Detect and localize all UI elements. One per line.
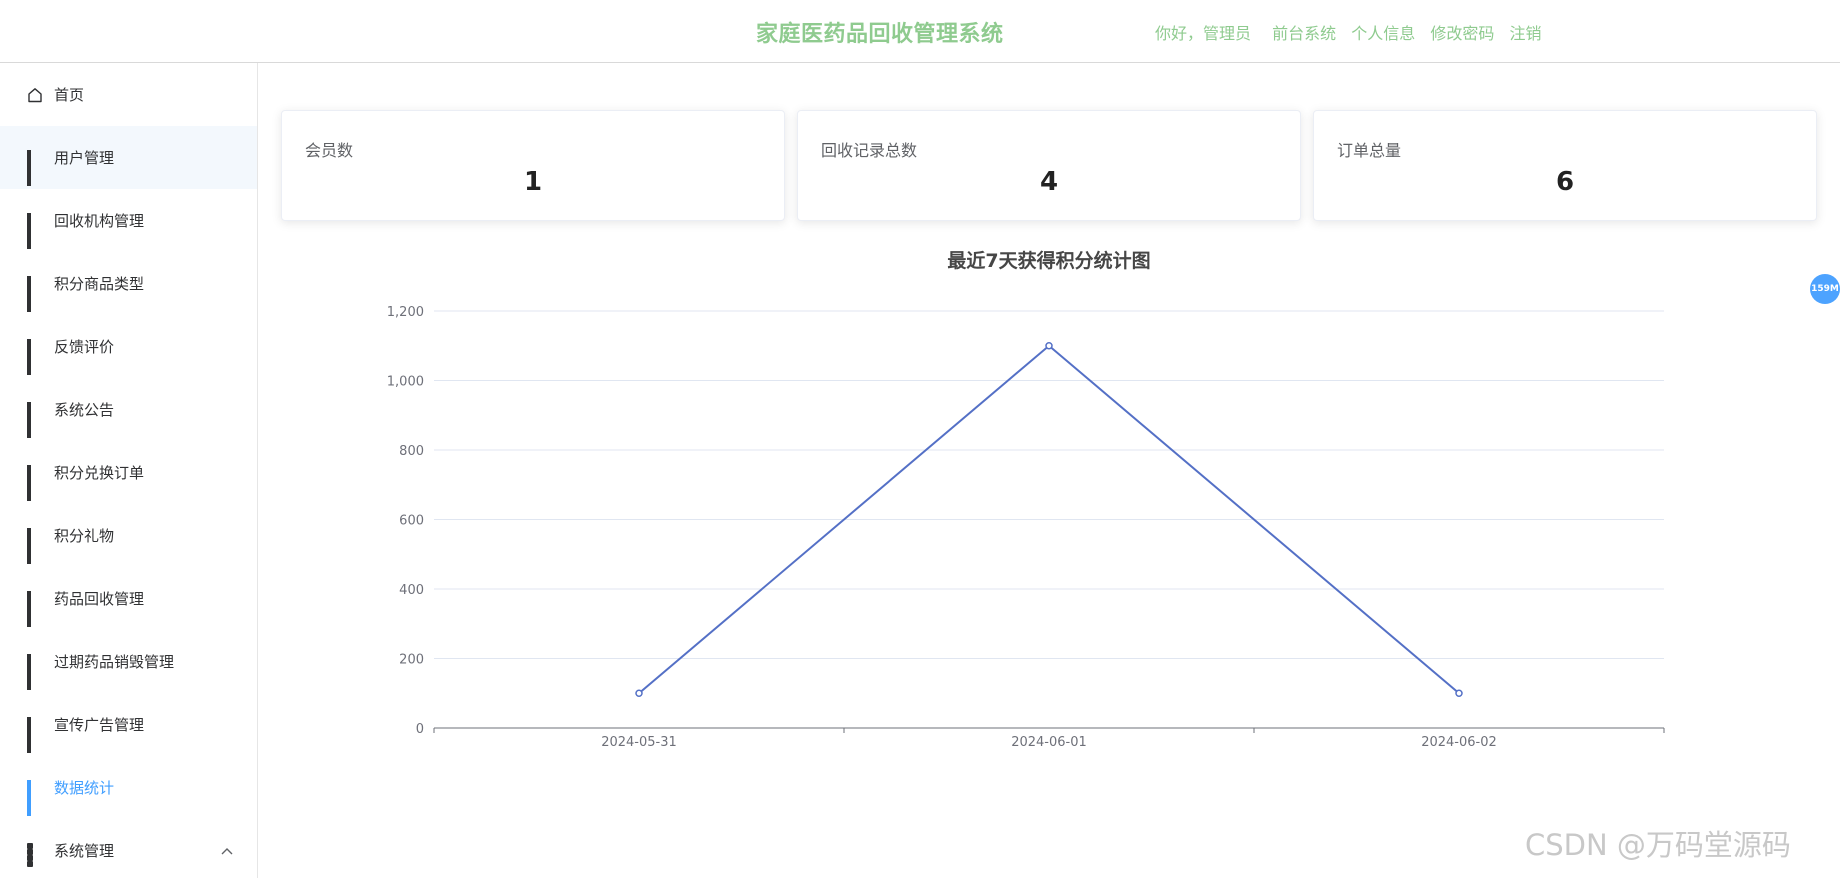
sidebar-item-label: 用户管理 [54,149,115,167]
chart-svg: 0 200 400 600 800 1,000 1,200 2024-05-31 2024-06… [387,305,1665,750]
sidebar-item-label: 系统公告 [54,401,115,419]
apps-icon [27,842,43,867]
sidebar-item-label: 反馈评价 [54,338,115,356]
sidebar-item-label: 首页 [54,86,85,104]
stat-card-recycle-records: 回收记录总数 4 [797,110,1301,221]
stat-value: 4 [1039,167,1059,197]
y-tick-label: 1,000 [387,375,424,390]
y-tick-label: 1,200 [387,305,424,320]
logout-link[interactable]: 注销 [1509,24,1541,43]
data-point [1455,689,1463,697]
stat-label: 订单总量 [1337,141,1402,160]
grid-icon [27,653,43,690]
grid-icon [27,590,43,627]
sidebar-item-exchange-orders[interactable]: 积分兑换订单 [0,441,257,504]
stat-card-members: 会员数 1 [281,110,785,221]
y-tick-label: 400 [399,583,424,598]
sidebar-item-label: 积分兑换订单 [54,464,145,482]
frontend-link[interactable]: 前台系统 [1272,24,1336,43]
sidebar-item-expired-destroy[interactable]: 过期药品销毁管理 [0,630,257,693]
sidebar-item-label: 药品回收管理 [54,590,145,608]
grid-icon [27,779,43,816]
grid-icon [27,401,43,438]
sidebar-item-label: 数据统计 [54,779,115,797]
stat-label: 会员数 [305,141,354,160]
profile-link[interactable]: 个人信息 [1351,24,1415,43]
sidebar-item-feedback[interactable]: 反馈评价 [0,315,257,378]
stat-value: 1 [523,167,543,197]
points-line-chart: 0 200 400 600 800 1,000 1,200 2024-05-31 2024-06… [360,290,1700,774]
memory-badge[interactable]: 159M [1810,274,1840,304]
sidebar-item-users[interactable]: 用户管理 [0,126,257,189]
sidebar-item-recycle-orgs[interactable]: 回收机构管理 [0,189,257,252]
sidebar-item-announcements[interactable]: 系统公告 [0,378,257,441]
sidebar-item-label: 回收机构管理 [54,212,145,230]
sidebar-item-gifts[interactable]: 积分礼物 [0,504,257,567]
sidebar-item-label: 积分礼物 [54,527,115,545]
grid-icon [27,149,43,186]
chevron-up-icon[interactable] [221,844,233,858]
app-title: 家庭医药品回收管理系统 [756,22,1004,47]
sidebar-item-statistics[interactable]: 数据统计 [0,756,257,819]
grid-icon [27,527,43,564]
y-tick-label: 800 [399,444,424,459]
y-tick-label: 0 [416,722,424,737]
grid-icon [27,212,43,249]
grid-icon [27,716,43,753]
data-point [635,689,643,697]
grid-icon [27,275,43,312]
x-tick-label: 2024-06-01 [1011,735,1087,750]
sidebar-item-drug-recycle[interactable]: 药品回收管理 [0,567,257,630]
sidebar-item-label: 宣传广告管理 [54,716,145,734]
sidebar-item-label: 过期药品销毁管理 [54,653,175,671]
watermark: CSDN @万码堂源码 [1525,828,1791,862]
sidebar-item-label: 系统管理 [54,842,115,860]
x-tick-label: 2024-06-02 [1421,735,1497,750]
stat-card-orders: 订单总量 6 [1313,110,1817,221]
y-tick-label: 200 [399,653,424,668]
header-nav: 你好，管理员 前台系统 个人信息 修改密码 注销 [1155,20,1551,44]
chart-title: 最近7天获得积分统计图 [947,250,1151,272]
sidebar-item-system[interactable]: 系统管理 [0,819,257,882]
sidebar-item-home[interactable]: 首页 [0,63,257,126]
home-icon [27,87,43,103]
greeting-text: 你好，管理员 [1155,24,1252,43]
top-header: 家庭医药品回收管理系统 你好，管理员 前台系统 个人信息 修改密码 注销 [0,0,1840,63]
sidebar-menu: 首页 用户管理 回收机构管理 积分商品类型 反馈评价 系统公告 积分兑换订单 积… [0,63,258,878]
data-point [1045,342,1053,350]
grid-icon [27,464,43,501]
stat-label: 回收记录总数 [821,141,918,160]
y-tick-label: 600 [399,514,424,529]
stat-value: 6 [1555,167,1575,197]
grid-icon [27,338,43,375]
sidebar-item-ads[interactable]: 宣传广告管理 [0,693,257,756]
x-tick-label: 2024-05-31 [601,735,677,750]
sidebar-item-label: 积分商品类型 [54,275,145,293]
change-password-link[interactable]: 修改密码 [1430,24,1494,43]
